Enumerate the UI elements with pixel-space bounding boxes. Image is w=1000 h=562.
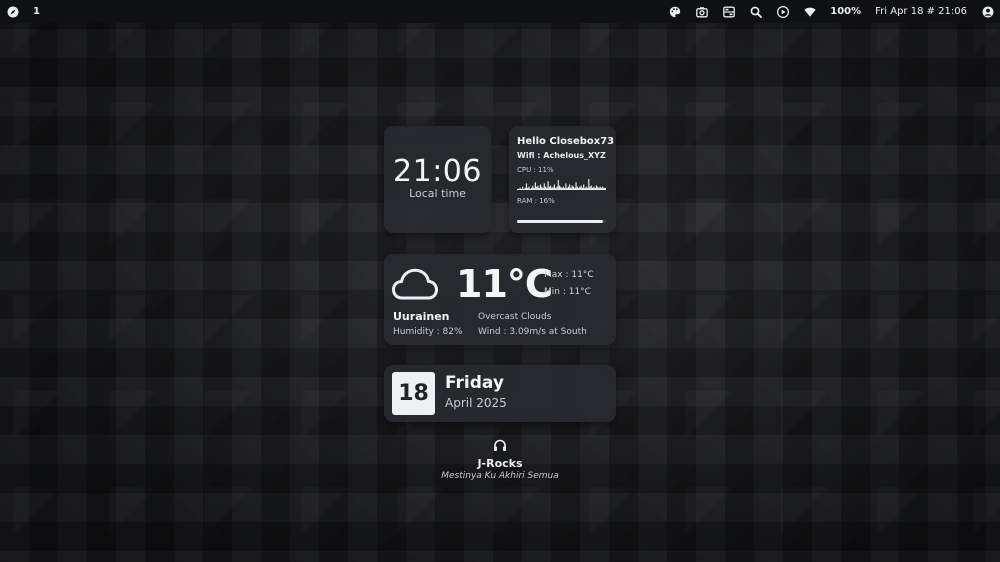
- ram-usage: RAM : 16%: [517, 197, 555, 205]
- weather-widget: 11°C Max : 11°C Min : 11°C Uurainen Humi…: [384, 254, 616, 345]
- battery-percentage: 100%: [830, 6, 862, 17]
- ram-bar: [517, 220, 606, 223]
- cpu-graph-bar: [547, 181, 549, 190]
- city-name: Uurainen: [393, 310, 450, 323]
- day-number: 18: [392, 372, 435, 415]
- calendar-widget: 18 Friday April 2025: [384, 365, 616, 422]
- temperature: 11°C: [456, 262, 553, 306]
- music-artist: J-Rocks: [477, 457, 523, 470]
- system-info-widget: Hello Closebox73 Wifi : Achelous_XYZ CPU…: [509, 126, 616, 233]
- cpu-usage: CPU : 11%: [517, 166, 554, 174]
- music-widget: J-Rocks Mestinya Ku Akhiri Semua: [400, 439, 600, 481]
- search-icon[interactable]: [750, 6, 763, 18]
- compass-icon[interactable]: [7, 6, 19, 18]
- wifi-status: Wifi : Achelous_XYZ: [517, 151, 606, 160]
- cpu-graph: [517, 179, 606, 190]
- top-bar: 1 100% Fri Apr 18 # 21:06: [0, 0, 1000, 23]
- cpu-graph-bar: [557, 180, 559, 190]
- top-bar-datetime[interactable]: Fri Apr 18 # 21:06: [875, 6, 967, 17]
- weekday: Friday: [445, 373, 504, 393]
- cpu-graph-bar: [575, 182, 577, 190]
- cpu-graph-bar: [588, 179, 590, 190]
- workspace-indicator[interactable]: 1: [33, 6, 40, 17]
- month-year: April 2025: [445, 396, 507, 410]
- palette-icon[interactable]: [669, 6, 681, 18]
- user-icon[interactable]: [982, 6, 994, 18]
- headphones-icon: [494, 439, 506, 451]
- music-title: Mestinya Ku Akhiri Semua: [441, 471, 559, 481]
- greeting: Hello Closebox73: [517, 136, 615, 147]
- wind: Wind : 3.09m/s at South: [478, 327, 587, 337]
- play-icon[interactable]: [777, 5, 790, 18]
- clock-label: Local time: [409, 187, 466, 200]
- clock-widget: 21:06 Local time: [384, 126, 491, 233]
- wifi-icon[interactable]: [804, 6, 816, 18]
- cpu-graph-bar: [534, 182, 536, 190]
- weather-description: Overcast Clouds: [478, 312, 552, 322]
- humidity: Humidity : 82%: [393, 327, 463, 337]
- cloud-icon: [391, 264, 439, 308]
- cpu-graph-baseline: [517, 189, 606, 190]
- camera-icon[interactable]: [696, 6, 709, 18]
- toggle-panel-icon[interactable]: [723, 6, 736, 18]
- max-temperature: Max : 11°C: [544, 270, 594, 280]
- clock-time: 21:06: [393, 154, 482, 189]
- min-temperature: Min : 11°C: [544, 287, 591, 297]
- ram-bar-fill: [517, 220, 604, 223]
